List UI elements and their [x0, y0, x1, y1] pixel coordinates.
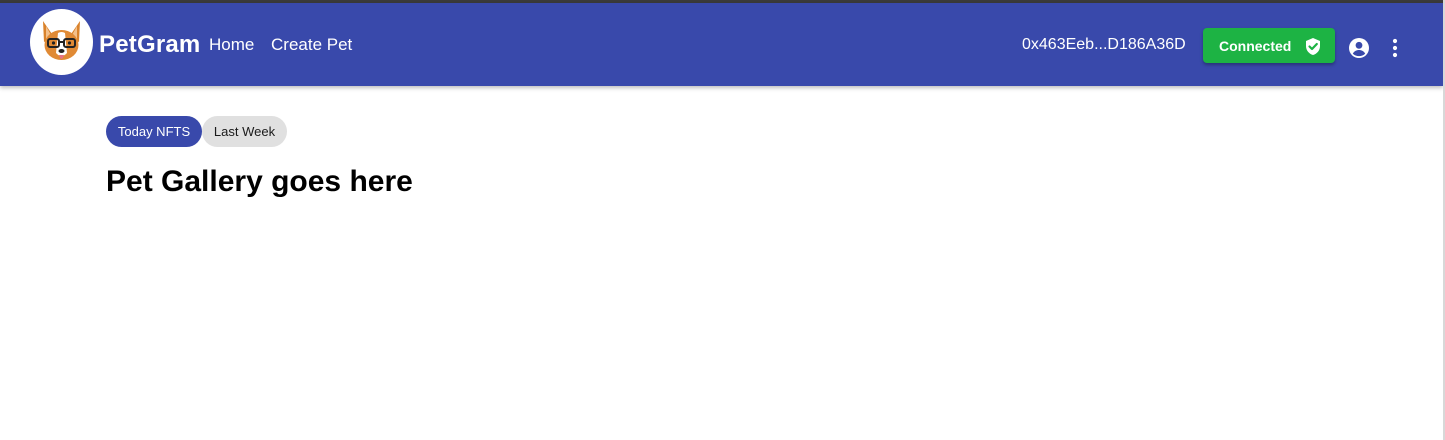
app-bar: PetGram Home Create Pet 0x463Eeb...D186A… — [0, 3, 1443, 86]
nav-home-link[interactable]: Home — [209, 35, 254, 55]
corgi-logo-icon[interactable] — [30, 9, 93, 75]
connected-button[interactable]: Connected — [1203, 28, 1335, 63]
page-title: Pet Gallery goes here — [106, 165, 413, 198]
wallet-address: 0x463Eeb...D186A36D — [1022, 36, 1186, 53]
connected-label: Connected — [1219, 37, 1292, 54]
brand-title[interactable]: PetGram — [99, 31, 200, 59]
filter-chip-last-week[interactable]: Last Week — [202, 116, 287, 147]
filter-chip-today[interactable]: Today NFTS — [106, 116, 202, 147]
account-circle-icon[interactable] — [1347, 36, 1371, 65]
shield-check-icon — [1304, 37, 1322, 59]
nav-create-pet-link[interactable]: Create Pet — [271, 35, 352, 55]
more-vertical-icon[interactable] — [1384, 36, 1406, 65]
